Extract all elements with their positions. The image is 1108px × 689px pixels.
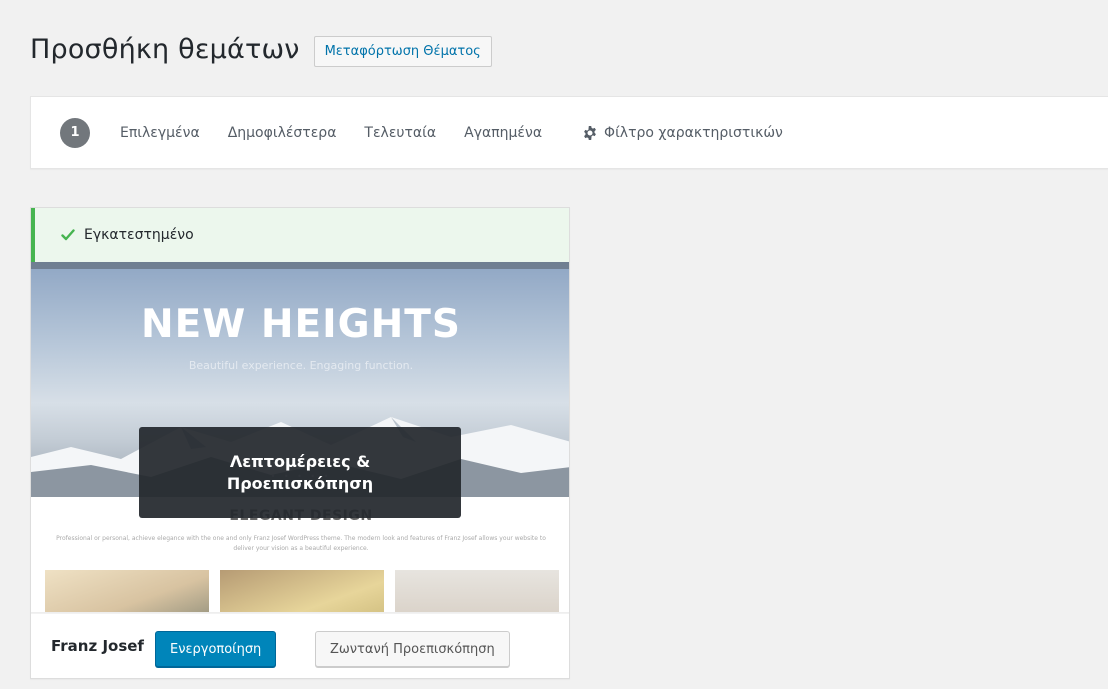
details-preview-label: Λεπτομέρειες & Προεπισκόπηση — [226, 451, 374, 493]
feature-filter-button[interactable]: Φίλτρο χαρακτηριστικών — [582, 125, 783, 141]
filter-favorites[interactable]: Αγαπημένα — [464, 125, 542, 141]
installed-label: Εγκατεστημένο — [84, 227, 194, 243]
screenshot-section-text: Professional or personal, achieve elegan… — [56, 535, 546, 552]
theme-screenshot[interactable]: NEW HEIGHTS Beautiful experience. Engagi… — [31, 262, 569, 632]
screenshot-topbar — [31, 262, 569, 269]
upload-theme-button[interactable]: Μεταφόρτωση Θέματος — [313, 36, 492, 67]
theme-name: Franz Josef — [51, 637, 144, 655]
page-title: Προσθήκη θεμάτων — [30, 34, 300, 65]
screenshot-hero-title: NEW HEIGHTS — [140, 302, 461, 347]
filter-latest[interactable]: Τελευταία — [364, 125, 436, 141]
theme-filter-bar: 1 Επιλεγμένα Δημοφιλέστερα Τελευταία Αγα… — [30, 96, 1108, 169]
details-preview-overlay[interactable]: Λεπτομέρειες & Προεπισκόπηση — [139, 427, 461, 518]
live-preview-button[interactable]: Ζωντανή Προεπισκόπηση — [315, 631, 510, 667]
filter-links: Επιλεγμένα Δημοφιλέστερα Τελευταία Αγαπη… — [120, 125, 570, 141]
theme-card[interactable]: Εγκατεστημένο NEW HEIGHTS Beautiful expe… — [30, 207, 570, 679]
feature-filter-label: Φίλτρο χαρακτηριστικών — [604, 124, 783, 141]
filter-popular[interactable]: Δημοφιλέστερα — [228, 125, 337, 141]
check-icon — [61, 229, 75, 241]
theme-count-badge: 1 — [60, 117, 90, 148]
filter-featured[interactable]: Επιλεγμένα — [120, 125, 200, 141]
page-header: Προσθήκη θεμάτων Μεταφόρτωση Θέματος — [30, 32, 492, 67]
screenshot-hero-subtitle: Beautiful experience. Engaging function. — [188, 359, 414, 372]
gear-icon — [584, 125, 596, 140]
activate-button[interactable]: Ενεργοποίηση — [155, 631, 277, 667]
theme-card-footer: Franz Josef Ενεργοποίηση Ζωντανή Προεπισ… — [31, 612, 569, 678]
installed-notice: Εγκατεστημένο — [31, 208, 569, 262]
